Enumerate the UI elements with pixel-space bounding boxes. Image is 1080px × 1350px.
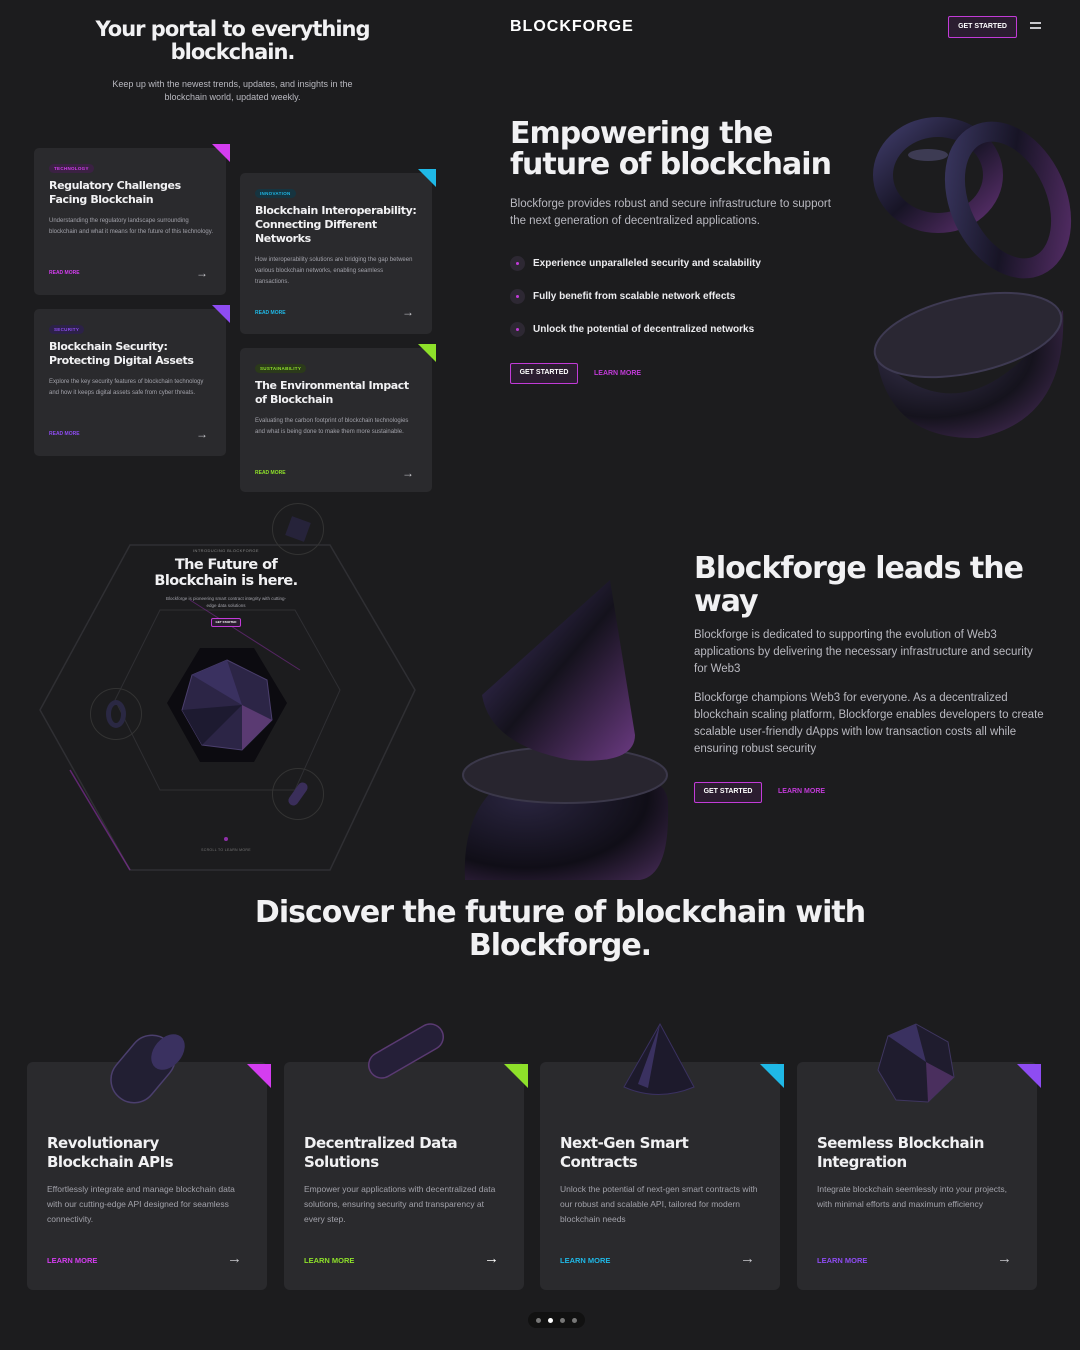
capsule-orb-icon <box>272 768 324 820</box>
corner-accent-icon <box>212 305 230 323</box>
feature-bullet: Fully benefit from scalable network effe… <box>510 289 735 304</box>
carousel-dot[interactable] <box>560 1317 565 1323</box>
corner-accent-icon <box>504 1064 528 1088</box>
cone-and-bowl-illustration <box>462 580 669 880</box>
bullet-dot-icon <box>510 322 525 337</box>
carousel-dot[interactable] <box>572 1317 577 1323</box>
article-tag: INNOVATION <box>255 189 296 198</box>
feature-title: Decentralized Data Solutions <box>304 1134 458 1171</box>
cube-orb-icon <box>272 503 324 555</box>
learn-more-link[interactable]: LEARN MORE <box>560 1256 610 1265</box>
feature-bullet: Experience unparalleled security and sca… <box>510 256 761 271</box>
article-card-technology[interactable]: TECHNOLOGY Regulatory Challenges Facing … <box>34 144 230 295</box>
corner-accent-icon <box>247 1064 271 1088</box>
lead-title: Blockforge leads the way <box>694 551 1024 619</box>
bullet-dot-icon <box>510 256 525 271</box>
chain-links-illustration <box>873 117 1072 279</box>
bullet-dot-icon <box>510 289 525 304</box>
carousel-pagination[interactable] <box>528 1312 585 1328</box>
arrow-right-icon[interactable]: → <box>402 466 414 480</box>
corner-accent-icon <box>418 169 436 187</box>
article-title: Blockchain Security: Protecting Digital … <box>49 340 194 367</box>
empower-description: Blockforge provides robust and secure in… <box>510 198 831 227</box>
article-title: Blockchain Interoperability: Connecting … <box>255 204 417 245</box>
feature-desc: Empower your applications with decentral… <box>304 1184 496 1224</box>
intro-eyebrow: INTRODUCING BLOCKFORGE <box>193 548 259 553</box>
icosahedron-illustration <box>167 648 287 762</box>
empower-title: Empowering the future of blockchain <box>510 116 832 182</box>
article-card-innovation[interactable]: INNOVATION Blockchain Interoperability: … <box>240 169 436 334</box>
feature-title: Next-Gen Smart Contracts <box>560 1134 689 1171</box>
corner-accent-icon <box>1017 1064 1041 1088</box>
hamburger-menu-icon[interactable] <box>1030 22 1041 32</box>
feature-desc: Integrate blockchain seemlessly into you… <box>817 1184 1007 1209</box>
pill-object-icon <box>368 1023 444 1079</box>
carousel-dot-active[interactable] <box>548 1317 553 1323</box>
intro-description: Blockforge is pioneering smart contract … <box>165 596 287 608</box>
feature-bullet: Unlock the potential of decentralized ne… <box>510 322 754 337</box>
arrow-right-icon[interactable]: → <box>196 427 208 441</box>
cone-object-icon <box>623 1022 695 1095</box>
empower-get-started-button[interactable]: GET STARTED <box>510 363 578 384</box>
corner-accent-icon <box>418 344 436 362</box>
polyhedron-object-icon <box>877 1023 955 1103</box>
article-tag: TECHNOLOGY <box>49 164 94 173</box>
corner-accent-icon <box>760 1064 784 1088</box>
intro-title: The Future of Blockchain is here. <box>154 557 298 589</box>
read-more-link[interactable]: READ MORE <box>255 310 286 316</box>
arrow-right-icon[interactable]: → <box>740 1250 755 1267</box>
hero-subtitle: Keep up with the newest trends, updates,… <box>112 79 353 102</box>
ring-orb-icon <box>90 688 142 740</box>
empower-learn-more-link[interactable]: LEARN MORE <box>594 370 641 377</box>
intro-get-started-button[interactable]: GET STARTED <box>211 618 241 627</box>
learn-more-link[interactable]: LEARN MORE <box>47 1256 97 1265</box>
learn-more-link[interactable]: LEARN MORE <box>304 1256 354 1265</box>
scroll-hint[interactable]: SCROLL TO LEARN MORE <box>180 848 272 852</box>
article-card-sustainability[interactable]: SUSTAINABILITY The Environmental Impact … <box>240 344 436 492</box>
lead-paragraph-2: Blockforge champions Web3 for everyone. … <box>694 692 1044 755</box>
arrow-right-icon[interactable]: → <box>997 1250 1012 1267</box>
article-desc: Evaluating the carbon footprint of block… <box>255 418 409 435</box>
lead-get-started-button[interactable]: GET STARTED <box>694 782 762 803</box>
feature-title: Seemless Blockchain Integration <box>817 1134 984 1171</box>
article-desc: How interoperability solutions are bridg… <box>255 257 413 285</box>
capsule-object-icon <box>110 1034 185 1104</box>
lead-paragraph-1: Blockforge is dedicated to supporting th… <box>694 629 1033 675</box>
learn-more-link[interactable]: LEARN MORE <box>817 1256 867 1265</box>
corner-accent-icon <box>212 144 230 162</box>
feature-desc: Unlock the potential of next-gen smart c… <box>560 1184 758 1224</box>
read-more-link[interactable]: READ MORE <box>49 431 80 437</box>
article-tag: SECURITY <box>49 325 85 334</box>
arrow-right-icon[interactable]: → <box>402 305 414 319</box>
article-desc: Explore the key security features of blo… <box>49 379 204 396</box>
article-desc: Understanding the regulatory landscape s… <box>49 218 213 235</box>
feature-desc: Effortlessly integrate and manage blockc… <box>47 1184 235 1224</box>
feature-title: Revolutionary Blockchain APIs <box>47 1134 174 1171</box>
article-title: The Environmental Impact of Blockchain <box>255 379 409 406</box>
hemisphere-bowl-illustration <box>873 291 1064 439</box>
brand-logo[interactable]: BLOCKFORGE <box>510 18 634 36</box>
article-card-security[interactable]: SECURITY Blockchain Security: Protecting… <box>34 305 230 456</box>
arrow-right-icon[interactable]: → <box>196 266 208 280</box>
arrow-right-icon[interactable]: → <box>484 1250 499 1267</box>
lead-learn-more-link[interactable]: LEARN MORE <box>778 788 825 795</box>
article-title: Regulatory Challenges Facing Blockchain <box>49 179 181 206</box>
read-more-link[interactable]: READ MORE <box>255 470 286 476</box>
article-tag: SUSTAINABILITY <box>255 364 307 373</box>
discover-title: Discover the future of blockchain with B… <box>254 895 866 963</box>
hero-title: Your portal to everything blockchain. <box>95 17 370 64</box>
carousel-dot[interactable] <box>536 1317 541 1323</box>
feature-card[interactable]: Decentralized Data Solutions Empower you… <box>284 1062 528 1290</box>
scroll-dot-icon <box>224 837 228 841</box>
arrow-right-icon[interactable]: → <box>227 1250 242 1267</box>
nav-get-started-button[interactable]: GET STARTED <box>948 16 1017 38</box>
read-more-link[interactable]: READ MORE <box>49 270 80 276</box>
